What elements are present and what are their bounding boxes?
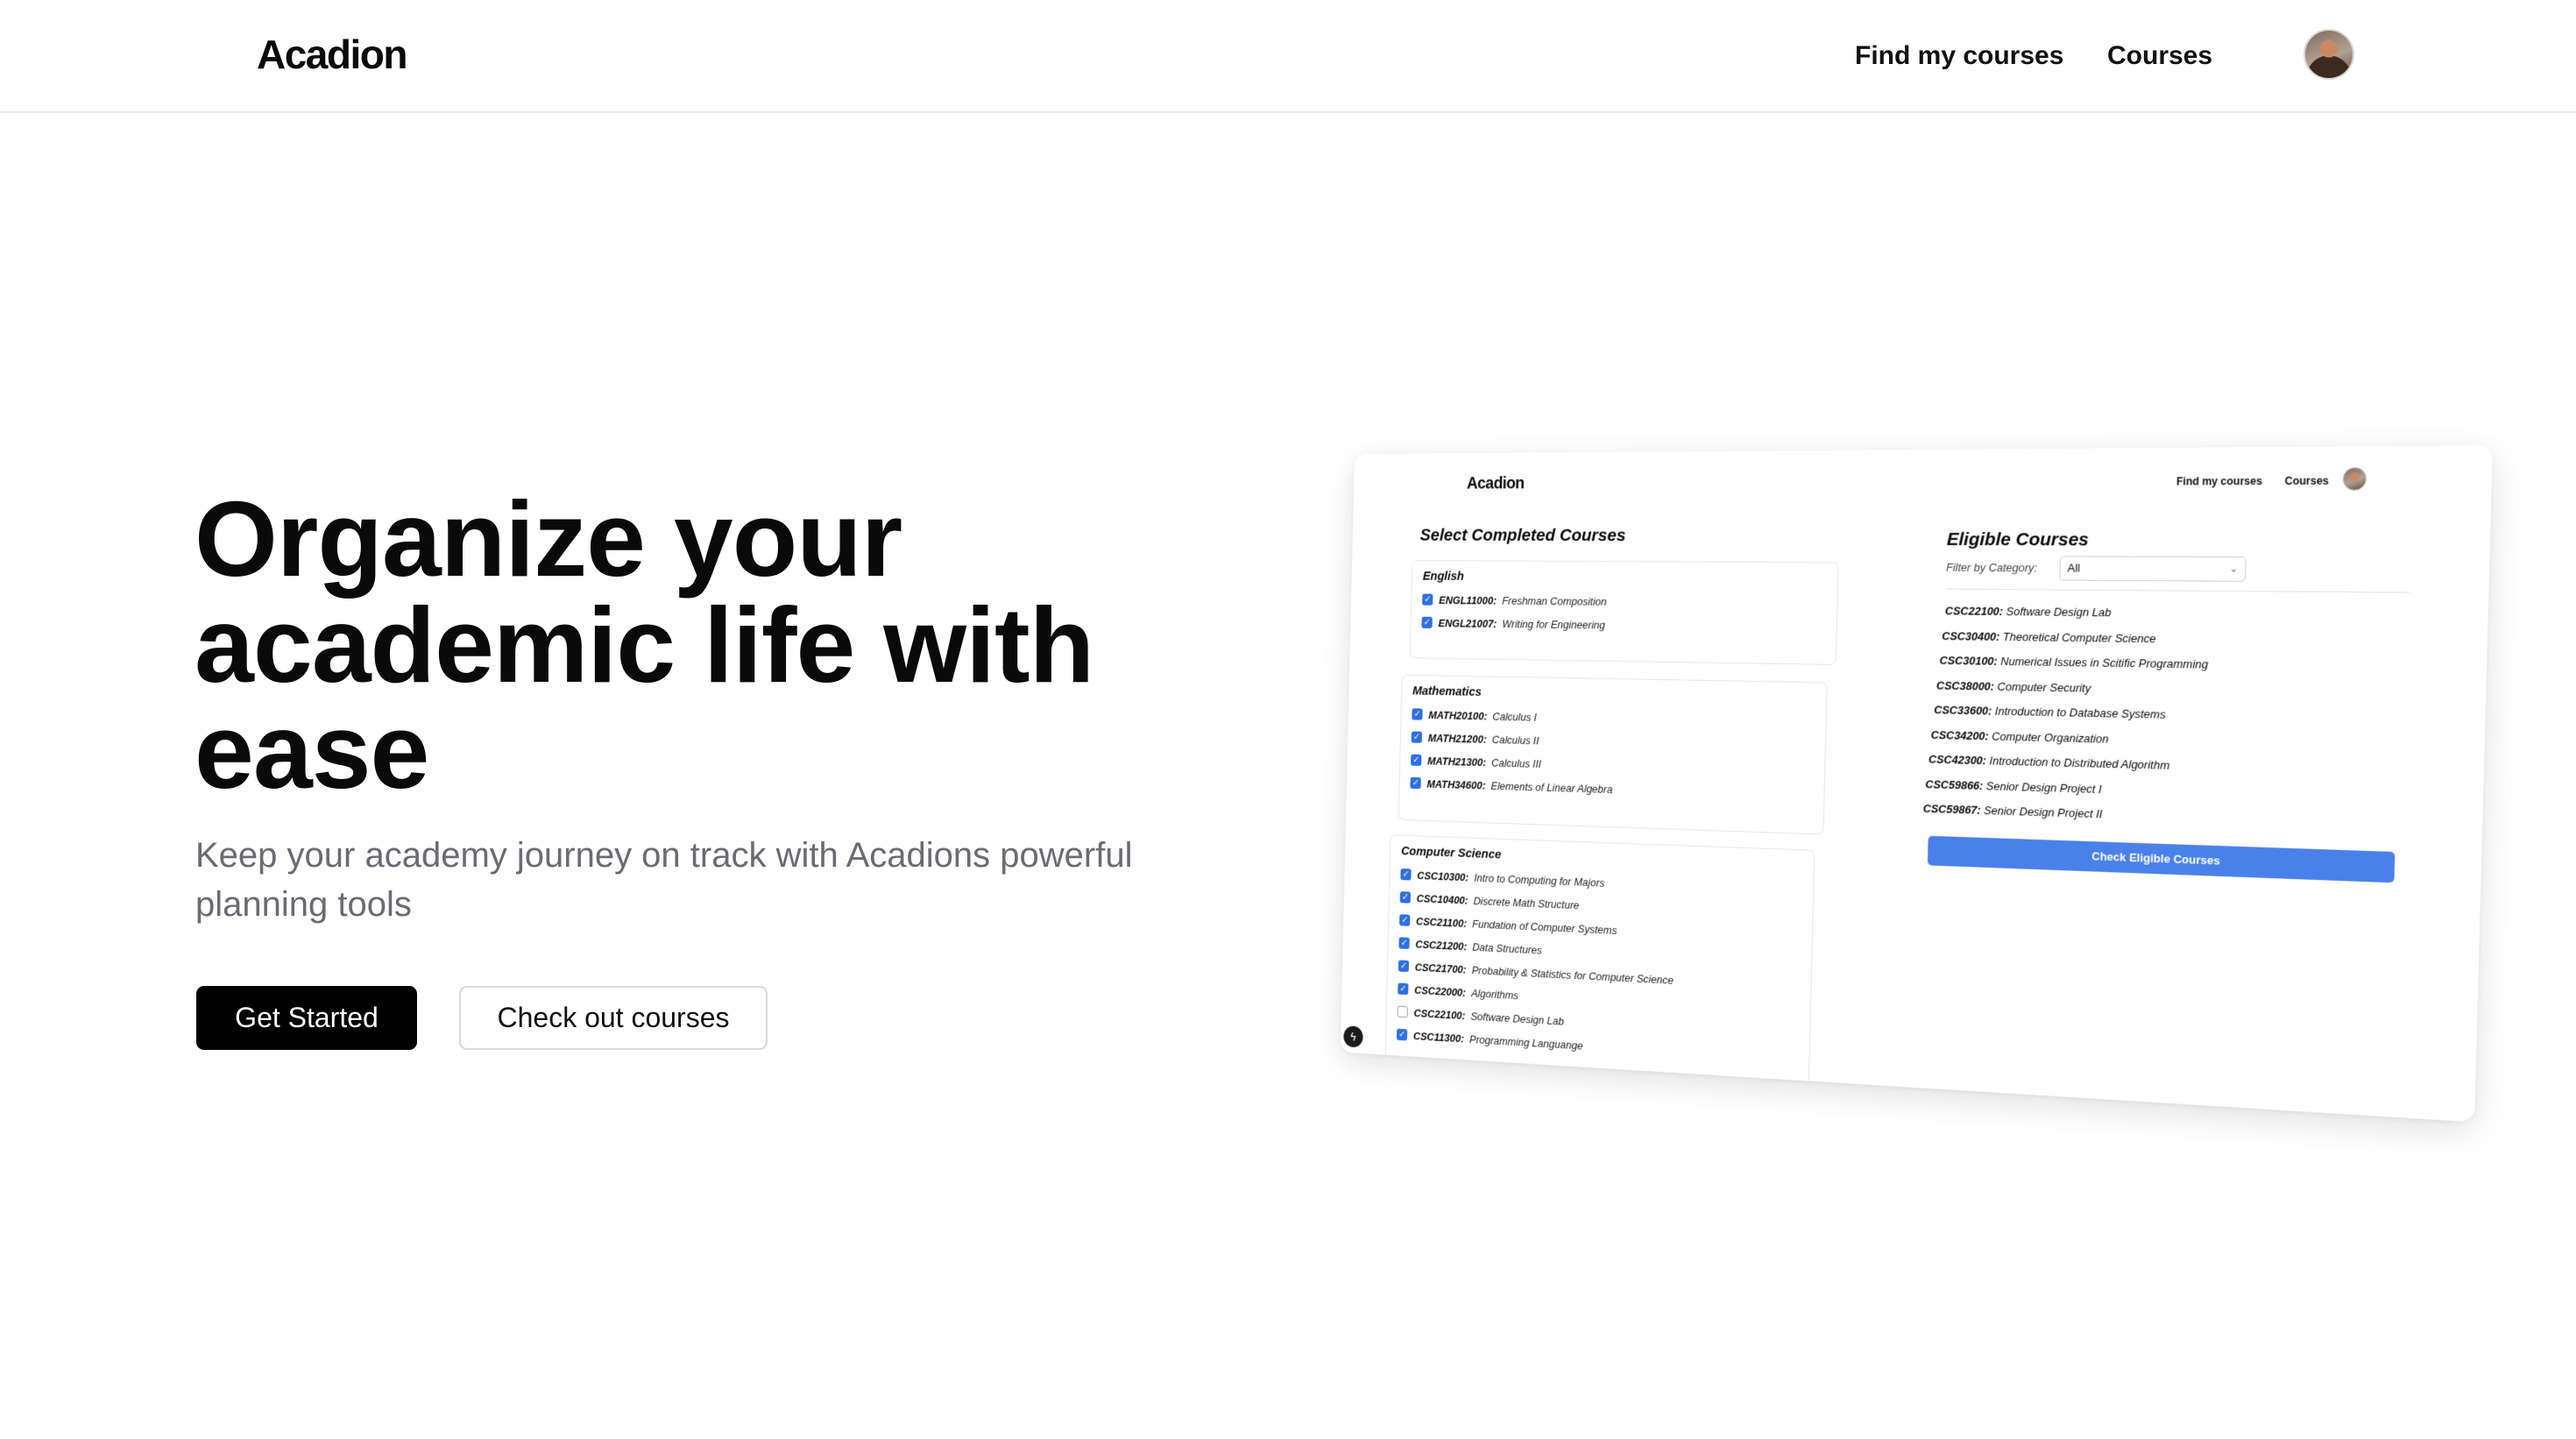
- checkbox-checked-icon[interactable]: ✓: [1398, 982, 1409, 996]
- course-name: Software Design Lab: [1470, 1009, 1564, 1028]
- nav-link-find-my-courses[interactable]: Find my courses: [1855, 39, 2063, 74]
- course-name: Programming Languange: [1468, 1032, 1583, 1052]
- preview-nav-find-my-courses: Find my courses: [2176, 474, 2263, 488]
- course-name: Calculus I: [1492, 709, 1537, 724]
- top-navbar: Acadion Find my courses Courses: [0, 0, 2576, 113]
- check-out-courses-button[interactable]: Check out courses: [459, 986, 768, 1050]
- course-group-english: English ✓ ENGL11000: Freshman Compositio…: [1409, 560, 1839, 665]
- hero-title: Organize your academic life with ease: [195, 479, 1094, 811]
- course-name: Elements of Linear Algebra: [1490, 779, 1613, 796]
- check-eligible-courses-button[interactable]: Check Eligible Courses: [1927, 835, 2396, 883]
- eligible-course-item: CSC22100: Software Design Lab: [1944, 604, 2112, 620]
- checkbox-checked-icon[interactable]: ✓: [1400, 868, 1412, 881]
- course-code: ENGL11000:: [1439, 593, 1497, 606]
- checkbox-unchecked-icon[interactable]: ✓: [1397, 1005, 1408, 1018]
- checkbox-checked-icon[interactable]: ✓: [1398, 937, 1410, 949]
- group-title: English: [1422, 569, 1465, 584]
- checkbox-checked-icon[interactable]: ✓: [1410, 776, 1421, 790]
- app-preview: Acadion Find my courses Courses Select C…: [1340, 444, 2493, 1123]
- hero-subtitle: Keep your academy journey on track with …: [195, 836, 1133, 924]
- checkbox-checked-icon[interactable]: ✓: [1399, 891, 1412, 904]
- course-group-computer-science: Computer Science ✓ CSC10300: Intro to Co…: [1384, 834, 1815, 1107]
- brand-logo[interactable]: Acadion: [257, 30, 407, 79]
- preview-right-title: Eligible Courses: [1946, 529, 2090, 550]
- lightning-bolt-icon[interactable]: ϟ: [1343, 1025, 1363, 1048]
- chevron-down-icon: ⌄: [2229, 564, 2239, 575]
- checkbox-checked-icon[interactable]: ✓: [1411, 754, 1422, 767]
- checkbox-checked-icon[interactable]: ✓: [1398, 960, 1410, 973]
- checkbox-checked-icon[interactable]: ✓: [1422, 593, 1433, 606]
- course-code: CSC21200:: [1415, 937, 1468, 953]
- course-name: Algorithms: [1470, 986, 1519, 1002]
- checkbox-checked-icon[interactable]: ✓: [1399, 914, 1411, 926]
- preview-left-title: Select Completed Courses: [1419, 525, 1626, 545]
- course-name: Calculus II: [1491, 733, 1539, 747]
- checkbox-checked-icon[interactable]: ✓: [1412, 708, 1423, 720]
- filter-label: Filter by Category:: [1945, 560, 2038, 575]
- course-code: ENGL21007:: [1438, 616, 1497, 630]
- user-avatar[interactable]: [2304, 29, 2354, 80]
- category-filter-select[interactable]: All ⌄: [2059, 556, 2247, 582]
- eligible-courses-list: CSC22100: Software Design Lab CSC30400: …: [1923, 604, 2210, 835]
- course-code: CSC21100:: [1415, 914, 1468, 930]
- course-code: MATH20100:: [1428, 708, 1488, 722]
- divider: [1945, 588, 2410, 593]
- checkbox-checked-icon[interactable]: ✓: [1421, 616, 1433, 628]
- course-code: CSC22100:: [1413, 1006, 1466, 1022]
- course-name: Freshman Composition: [1502, 593, 1607, 608]
- course-code: MATH34600:: [1426, 776, 1486, 791]
- eligible-course-item: CSC30400: Theoretical Computer Science: [1942, 628, 2156, 645]
- checkbox-checked-icon[interactable]: ✓: [1396, 1028, 1408, 1041]
- course-name: Writing for Engineering: [1502, 617, 1606, 631]
- course-name: Discrete Math Structure: [1473, 894, 1580, 911]
- course-name: Intro to Computing for Majors: [1474, 870, 1605, 890]
- preview-nav-courses: Courses: [2284, 474, 2330, 488]
- course-group-mathematics: Mathematics ✓ MATH20100: Calculus I ✓ MA…: [1398, 674, 1828, 835]
- course-code: CSC10300:: [1417, 868, 1469, 883]
- preview-brand-logo: Acadion: [1466, 474, 1525, 493]
- get-started-button[interactable]: Get Started: [196, 986, 417, 1050]
- filter-selected-value: All: [2067, 561, 2081, 575]
- course-code: CSC10400:: [1416, 891, 1468, 907]
- nav-link-courses[interactable]: Courses: [2107, 39, 2212, 74]
- course-code: MATH21200:: [1427, 731, 1487, 746]
- course-name: Data Structures: [1472, 939, 1542, 956]
- checkbox-checked-icon[interactable]: ✓: [1411, 731, 1423, 743]
- course-code: CSC21700:: [1414, 960, 1467, 976]
- preview-avatar: [2342, 466, 2367, 492]
- course-name: Calculus III: [1491, 755, 1542, 770]
- course-checkbox-item[interactable]: ✓ ENGL21007: Writing for Engineering: [1421, 611, 1825, 639]
- group-title: Mathematics: [1412, 684, 1483, 699]
- course-code: CSC11300:: [1412, 1029, 1465, 1045]
- course-code: MATH21300:: [1427, 754, 1487, 769]
- course-code: CSC22000:: [1414, 983, 1467, 999]
- course-name: Fundation of Computer Systems: [1472, 917, 1617, 937]
- app-preview-container: Acadion Find my courses Courses Select C…: [1288, 444, 2493, 1123]
